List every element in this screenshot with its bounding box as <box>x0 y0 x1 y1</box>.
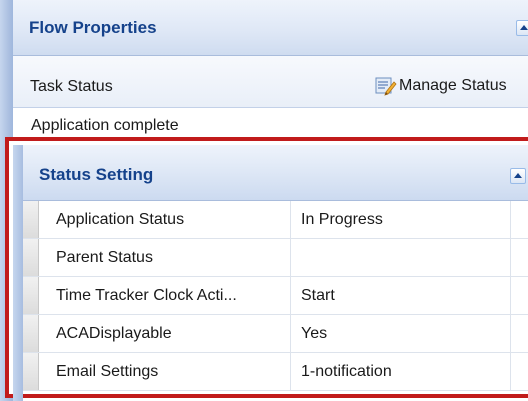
flow-properties-window: Flow Properties Task Status Manage Statu… <box>0 0 528 401</box>
property-value[interactable]: In Progress <box>291 201 511 238</box>
flow-properties-title: Flow Properties <box>29 18 157 37</box>
property-value[interactable] <box>291 239 511 276</box>
flow-properties-header: Flow Properties <box>13 0 528 56</box>
row-marker <box>23 277 39 314</box>
property-name: ACADisplayable <box>39 315 291 352</box>
property-value[interactable]: Yes <box>291 315 511 352</box>
chevron-up-icon <box>520 25 528 30</box>
property-value[interactable]: Start <box>291 277 511 314</box>
manage-status-button[interactable]: Manage Status <box>375 75 507 97</box>
grid-row-time-tracker-clock[interactable]: Time Tracker Clock Acti... Start <box>23 277 528 315</box>
status-setting-grid: Application Status In Progress Parent St… <box>23 201 528 391</box>
chevron-up-icon <box>514 173 522 178</box>
property-name: Parent Status <box>39 239 291 276</box>
status-setting-title: Status Setting <box>39 165 154 184</box>
grid-row-parent-status[interactable]: Parent Status <box>23 239 528 277</box>
grid-row-email-settings[interactable]: Email Settings 1-notification <box>23 353 528 391</box>
task-status-row: Task Status Manage Status <box>13 56 528 108</box>
grid-row-application-status[interactable]: Application Status In Progress <box>23 201 528 239</box>
property-name: Application Status <box>39 201 291 238</box>
edit-list-icon <box>375 77 397 96</box>
task-status-label: Task Status <box>30 78 113 95</box>
collapse-status-setting-button[interactable] <box>510 168 526 184</box>
manage-status-label: Manage Status <box>399 77 507 94</box>
status-setting-rail <box>13 145 23 401</box>
row-marker <box>23 201 39 238</box>
task-status-value-row: Application complete <box>13 108 528 138</box>
grid-row-aca-displayable[interactable]: ACADisplayable Yes <box>23 315 528 353</box>
status-setting-highlight: Status Setting Application Status In Pro… <box>5 137 528 401</box>
row-marker <box>23 353 39 390</box>
property-name: Time Tracker Clock Acti... <box>39 277 291 314</box>
property-value[interactable]: 1-notification <box>291 353 511 390</box>
status-setting-header: Status Setting <box>23 145 528 201</box>
property-name: Email Settings <box>39 353 291 390</box>
task-status-value: Application complete <box>31 117 179 134</box>
row-marker <box>23 315 39 352</box>
collapse-flow-properties-button[interactable] <box>516 20 528 36</box>
row-marker <box>23 239 39 276</box>
